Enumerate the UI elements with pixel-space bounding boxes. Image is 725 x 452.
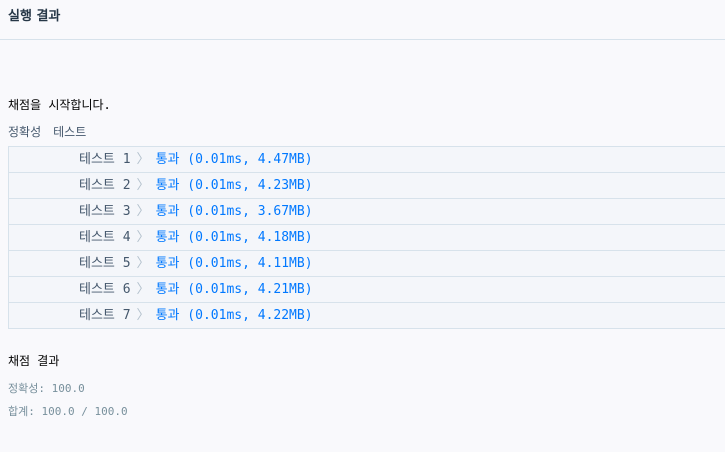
result-header: 실행 결과 [0,0,725,40]
chevron-right-icon: 〉 [136,152,150,167]
test-result: 통과 (0.01ms, 4.22MB) [155,308,313,323]
test-row: 테스트 1 〉 통과 (0.01ms, 4.47MB) [9,147,725,173]
test-name: 테스트 6 [79,282,131,297]
result-title: 실행 결과 [8,9,61,24]
test-result: 통과 (0.01ms, 4.21MB) [155,282,313,297]
test-name: 테스트 5 [79,256,131,271]
test-row: 테스트 3 〉 통과 (0.01ms, 3.67MB) [9,199,725,225]
test-result: 통과 (0.01ms, 4.23MB) [155,178,313,193]
grading-result-title: 채점 결과 [8,354,60,368]
test-row: 테스트 2 〉 통과 (0.01ms, 4.23MB) [9,173,725,199]
chevron-right-icon: 〉 [136,256,150,271]
chevron-right-icon: 〉 [136,204,150,219]
test-row: 테스트 7 〉 통과 (0.01ms, 4.22MB) [9,303,725,329]
group-tab: 테스트 [53,125,87,139]
total-score: 합계: 100.0 / 100.0 [8,405,128,418]
test-name: 테스트 4 [79,230,131,245]
test-result: 통과 (0.01ms, 4.47MB) [155,152,313,167]
test-result: 통과 (0.01ms, 4.11MB) [155,256,313,271]
test-name: 테스트 3 [79,204,131,219]
chevron-right-icon: 〉 [136,230,150,245]
test-group-header: 정확성 테스트 [8,123,86,140]
test-row: 테스트 5 〉 통과 (0.01ms, 4.11MB) [9,251,725,277]
test-results-table: 테스트 1 〉 통과 (0.01ms, 4.47MB) 테스트 2 〉 통과 (0.01… [8,146,725,329]
test-name: 테스트 7 [79,308,131,323]
test-name: 테스트 2 [79,178,131,193]
test-result: 통과 (0.01ms, 4.18MB) [155,230,313,245]
chevron-right-icon: 〉 [136,282,150,297]
group-label: 정확성 [8,125,42,139]
test-row: 테스트 4 〉 통과 (0.01ms, 4.18MB) [9,225,725,251]
chevron-right-icon: 〉 [136,308,150,323]
grading-start-message: 채점을 시작합니다. [8,98,111,112]
chevron-right-icon: 〉 [136,178,150,193]
test-name: 테스트 1 [79,152,131,167]
test-row: 테스트 6 〉 통과 (0.01ms, 4.21MB) [9,277,725,303]
accuracy-score: 정확성: 100.0 [8,382,85,395]
test-result: 통과 (0.01ms, 3.67MB) [155,204,313,219]
